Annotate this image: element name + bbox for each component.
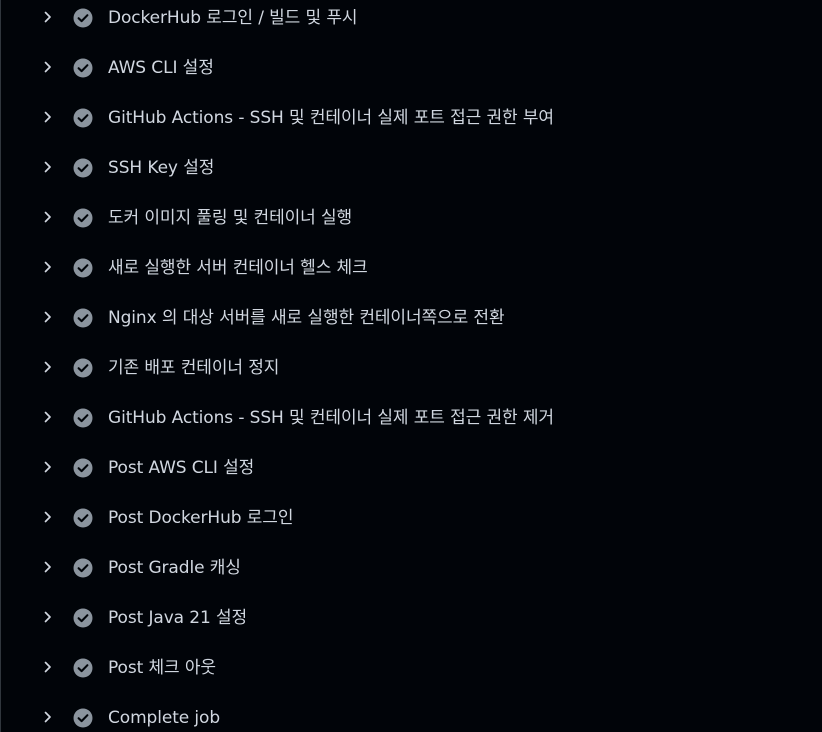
check-circle-icon xyxy=(73,608,93,628)
chevron-right-icon[interactable] xyxy=(40,709,56,725)
chevron-right-icon[interactable] xyxy=(40,59,56,75)
step-label: Post DockerHub 로그인 xyxy=(108,508,294,528)
chevron-right-icon[interactable] xyxy=(40,359,56,375)
step-label: Post AWS CLI 설정 xyxy=(108,458,255,478)
chevron-right-icon[interactable] xyxy=(40,9,56,25)
step-label: Post Java 21 설정 xyxy=(108,608,248,628)
step-label: SSH Key 설정 xyxy=(108,158,215,178)
step-label: Nginx 의 대상 서버를 새로 실행한 컨테이너쪽으로 전환 xyxy=(108,308,505,328)
chevron-right-icon[interactable] xyxy=(40,559,56,575)
step-label: GitHub Actions - SSH 및 컨테이너 실제 포트 접근 권한 … xyxy=(108,108,554,128)
check-circle-icon xyxy=(73,208,93,228)
step-row[interactable]: 기존 배포 컨테이너 정지 xyxy=(0,343,822,393)
check-circle-icon xyxy=(73,508,93,528)
check-circle-icon xyxy=(73,108,93,128)
chevron-right-icon[interactable] xyxy=(40,509,56,525)
check-circle-icon xyxy=(73,408,93,428)
step-row[interactable]: GitHub Actions - SSH 및 컨테이너 실제 포트 접근 권한 … xyxy=(0,393,822,443)
step-row[interactable]: 새로 실행한 서버 컨테이너 헬스 체크 xyxy=(0,243,822,293)
step-row[interactable]: GitHub Actions - SSH 및 컨테이너 실제 포트 접근 권한 … xyxy=(0,93,822,143)
step-label: 도커 이미지 풀링 및 컨테이너 실행 xyxy=(108,208,353,228)
step-row[interactable]: Post 체크 아웃 xyxy=(0,643,822,693)
step-label: 새로 실행한 서버 컨테이너 헬스 체크 xyxy=(108,258,368,278)
step-label: Complete job xyxy=(108,708,221,728)
chevron-right-icon[interactable] xyxy=(40,309,56,325)
chevron-right-icon[interactable] xyxy=(40,459,56,475)
chevron-right-icon[interactable] xyxy=(40,109,56,125)
check-circle-icon xyxy=(73,308,93,328)
chevron-right-icon[interactable] xyxy=(40,159,56,175)
check-circle-icon xyxy=(73,708,93,728)
step-label: 기존 배포 컨테이너 정지 xyxy=(108,358,280,378)
step-row[interactable]: 도커 이미지 풀링 및 컨테이너 실행 xyxy=(0,193,822,243)
step-row[interactable]: AWS CLI 설정 xyxy=(0,43,822,93)
step-label: AWS CLI 설정 xyxy=(108,58,214,78)
step-row[interactable]: SSH Key 설정 xyxy=(0,143,822,193)
step-label: DockerHub 로그인 / 빌드 및 푸시 xyxy=(108,8,358,28)
job-steps-panel: DockerHub 로그인 / 빌드 및 푸시 AWS CLI 설정 GitHub … xyxy=(0,0,822,732)
chevron-right-icon[interactable] xyxy=(40,659,56,675)
step-label: GitHub Actions - SSH 및 컨테이너 실제 포트 접근 권한 … xyxy=(108,408,554,428)
step-row[interactable]: Post DockerHub 로그인 xyxy=(0,493,822,543)
chevron-right-icon[interactable] xyxy=(40,259,56,275)
step-row[interactable]: Nginx 의 대상 서버를 새로 실행한 컨테이너쪽으로 전환 xyxy=(0,293,822,343)
chevron-right-icon[interactable] xyxy=(40,409,56,425)
check-circle-icon xyxy=(73,58,93,78)
step-row[interactable]: DockerHub 로그인 / 빌드 및 푸시 xyxy=(0,0,822,43)
check-circle-icon xyxy=(73,158,93,178)
step-row[interactable]: Post Java 21 설정 xyxy=(0,593,822,643)
step-row[interactable]: Post AWS CLI 설정 xyxy=(0,443,822,493)
steps-list: DockerHub 로그인 / 빌드 및 푸시 AWS CLI 설정 GitHub … xyxy=(0,0,822,732)
chevron-right-icon[interactable] xyxy=(40,209,56,225)
check-circle-icon xyxy=(73,658,93,678)
step-label: Post Gradle 캐싱 xyxy=(108,558,241,578)
step-label: Post 체크 아웃 xyxy=(108,658,216,678)
step-row[interactable]: Complete job xyxy=(0,693,822,732)
step-row[interactable]: Post Gradle 캐싱 xyxy=(0,543,822,593)
check-circle-icon xyxy=(73,8,93,28)
check-circle-icon xyxy=(73,458,93,478)
check-circle-icon xyxy=(73,258,93,278)
check-circle-icon xyxy=(73,358,93,378)
check-circle-icon xyxy=(73,558,93,578)
chevron-right-icon[interactable] xyxy=(40,609,56,625)
